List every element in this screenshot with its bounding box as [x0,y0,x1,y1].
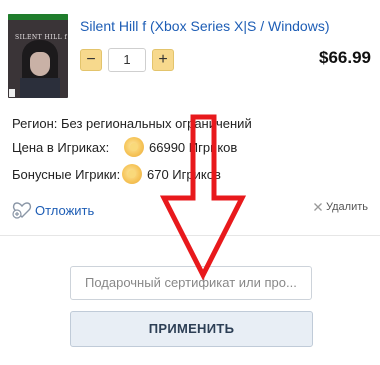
region-label: Регион: [12,116,58,131]
cover-title: SILENT HILL f [15,34,68,41]
increase-quantity-button[interactable]: + [152,49,174,71]
age-rating-badge [9,89,15,97]
cover-uniform [20,78,60,98]
region-value: Без региональных ограничений [60,116,252,131]
coupon-code-input[interactable]: Подарочный сертификат или про... [70,266,312,300]
igriki-price-label: Цена в Игриках: [12,139,110,155]
igriki-price-value: 66990 Игриков [149,139,238,155]
remove-item-label: Удалить [326,201,368,213]
quantity-input[interactable]: 1 [108,48,146,72]
igriki-price-row: Цена в Игриках: 66990 Игриков [12,137,237,157]
product-title-link[interactable]: Silent Hill f (Xbox Series X|S / Windows… [80,18,370,34]
bonus-coin-icon [122,164,142,184]
quantity-stepper: − 1 + [80,48,174,72]
remove-item-button[interactable]: Удалить [313,201,368,213]
section-divider [0,235,380,236]
close-icon [313,202,323,212]
bonus-igriki-label: Бонусные Игрики: [12,166,121,182]
heart-plus-icon [12,201,32,219]
cover-face [30,52,50,76]
igriki-coin-icon [124,137,144,157]
bonus-igriki-value: 670 Игриков [147,166,221,182]
region-row: Регион: Без региональных ограничений [12,116,252,131]
apply-coupon-button[interactable]: ПРИМЕНИТЬ [70,311,313,347]
save-for-later-label: Отложить [35,202,95,218]
bonus-igriki-row: Бонусные Игрики: 670 Игриков [12,164,221,184]
product-price: $66.99 [319,48,371,67]
xbox-banner [8,14,68,20]
save-for-later-button[interactable]: Отложить [12,201,94,219]
product-cover-image[interactable]: SILENT HILL f [8,14,68,98]
decrease-quantity-button[interactable]: − [80,49,102,71]
